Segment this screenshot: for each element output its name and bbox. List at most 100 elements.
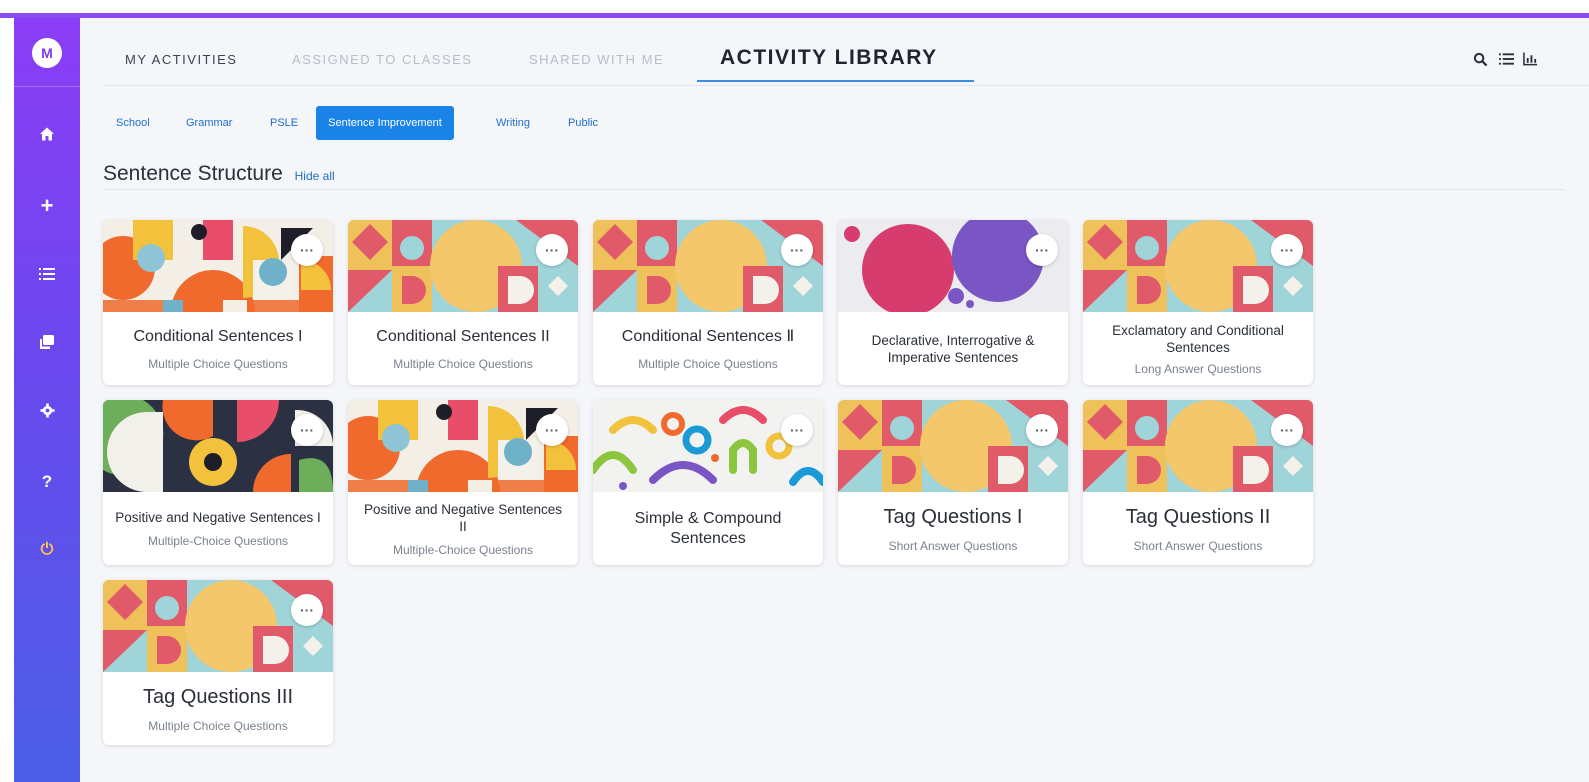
card-subtitle: Short Answer Questions bbox=[1133, 538, 1263, 553]
activity-card[interactable]: ··· Simple & Compound Sentences bbox=[593, 400, 823, 565]
card-thumbnail: ··· bbox=[593, 400, 823, 492]
chip-school[interactable]: School bbox=[102, 106, 164, 140]
more-icon: ··· bbox=[300, 422, 314, 438]
card-title: Exclamatory and Conditional Sentences bbox=[1112, 322, 1284, 355]
activity-card[interactable]: ··· Tag Questions III Multiple Choice Qu… bbox=[103, 580, 333, 745]
card-body: Conditional Sentences II Multiple Choice… bbox=[348, 312, 578, 385]
card-thumbnail: ··· bbox=[103, 400, 333, 492]
sidebar-item-create[interactable]: + bbox=[27, 188, 67, 224]
card-menu-button[interactable]: ··· bbox=[1271, 414, 1303, 446]
activity-card[interactable]: ··· Positive and Negative Sentences II M… bbox=[348, 400, 578, 565]
card-menu-button[interactable]: ··· bbox=[781, 414, 813, 446]
more-icon: ··· bbox=[1280, 242, 1294, 258]
gear-icon bbox=[39, 403, 55, 423]
card-menu-button[interactable]: ··· bbox=[536, 414, 568, 446]
card-body: Simple & Compound Sentences bbox=[593, 492, 823, 565]
card-title: Positive and Negative Sentences I bbox=[115, 510, 321, 525]
hide-all-link[interactable]: Hide all bbox=[295, 169, 335, 183]
card-title: Tag Questions I bbox=[883, 505, 1023, 528]
search-button[interactable] bbox=[1473, 52, 1488, 70]
chip-writing[interactable]: Writing bbox=[482, 106, 544, 140]
card-title: Positive and Negative Sentences II bbox=[363, 501, 563, 534]
top-bar bbox=[0, 0, 1589, 14]
power-icon: ⏻ bbox=[40, 541, 54, 558]
more-icon: ··· bbox=[1280, 422, 1294, 438]
card-thumbnail: ··· bbox=[838, 220, 1068, 312]
card-menu-button[interactable]: ··· bbox=[291, 414, 323, 446]
activity-card[interactable]: ··· Positive and Negative Sentences I Mu… bbox=[103, 400, 333, 565]
card-body: Tag Questions I Short Answer Questions bbox=[838, 492, 1068, 565]
sidebar-item-help[interactable]: ? bbox=[27, 464, 67, 500]
list-view-button[interactable] bbox=[1499, 52, 1514, 69]
card-title: Tag Questions II bbox=[1125, 505, 1271, 528]
section-header: Sentence Structure Hide all bbox=[103, 162, 335, 186]
sidebar-item-logout[interactable]: ⏻ bbox=[27, 532, 67, 568]
sidebar-item-home[interactable] bbox=[27, 118, 67, 154]
card-thumbnail: ··· bbox=[348, 220, 578, 312]
card-title: Tag Questions III bbox=[142, 685, 294, 708]
activity-card[interactable]: ··· Exclamatory and Conditional Sentence… bbox=[1083, 220, 1313, 385]
more-icon: ··· bbox=[300, 242, 314, 258]
card-body: Exclamatory and Conditional Sentences Lo… bbox=[1083, 312, 1313, 385]
more-icon: ··· bbox=[300, 602, 314, 618]
card-subtitle: Multiple Choice Questions bbox=[148, 718, 288, 733]
more-icon: ··· bbox=[790, 242, 804, 258]
card-menu-button[interactable]: ··· bbox=[536, 234, 568, 266]
chip-public[interactable]: Public bbox=[554, 106, 612, 140]
activity-card[interactable]: ··· Conditional Sentences I Multiple Cho… bbox=[103, 220, 333, 385]
card-menu-button[interactable]: ··· bbox=[291, 234, 323, 266]
card-menu-button[interactable]: ··· bbox=[1271, 234, 1303, 266]
sidebar-divider bbox=[14, 86, 80, 87]
card-body: Tag Questions III Multiple Choice Questi… bbox=[103, 672, 333, 745]
activity-card[interactable]: ··· Tag Questions I Short Answer Questio… bbox=[838, 400, 1068, 565]
sidebar-item-activities[interactable] bbox=[27, 258, 67, 294]
card-subtitle: Short Answer Questions bbox=[888, 538, 1018, 553]
card-thumbnail: ··· bbox=[1083, 400, 1313, 492]
card-menu-button[interactable]: ··· bbox=[291, 594, 323, 626]
sidebar: M + ? ⏻ bbox=[14, 18, 80, 782]
section-divider bbox=[103, 189, 1565, 190]
card-title: Conditional Sentences II bbox=[376, 327, 550, 345]
plus-icon: + bbox=[40, 193, 54, 218]
home-icon bbox=[39, 126, 55, 147]
tab-activity-library[interactable]: ACTIVITY LIBRARY bbox=[720, 46, 938, 70]
card-thumbnail: ··· bbox=[593, 220, 823, 312]
card-thumbnail: ··· bbox=[838, 400, 1068, 492]
card-subtitle: Multiple Choice Questions bbox=[638, 356, 778, 371]
chip-sentence-improvement[interactable]: Sentence Improvement bbox=[316, 106, 454, 140]
card-menu-button[interactable]: ··· bbox=[1026, 414, 1058, 446]
stats-button[interactable] bbox=[1523, 52, 1538, 69]
more-icon: ··· bbox=[545, 422, 559, 438]
more-icon: ··· bbox=[545, 242, 559, 258]
copy-icon bbox=[39, 334, 55, 355]
activity-card[interactable]: ··· Conditional Sentences II Multiple Ch… bbox=[348, 220, 578, 385]
section-title: Sentence Structure bbox=[103, 162, 283, 185]
card-title: Conditional Sentences I bbox=[133, 327, 303, 345]
chip-psle[interactable]: PSLE bbox=[256, 106, 312, 140]
card-body: Positive and Negative Sentences II Multi… bbox=[348, 492, 578, 565]
tab-assigned-to-classes[interactable]: ASSIGNED TO CLASSES bbox=[292, 52, 472, 67]
card-menu-button[interactable]: ··· bbox=[781, 234, 813, 266]
card-body: Declarative, Interrogative & Imperative … bbox=[838, 312, 1068, 385]
active-tab-indicator bbox=[697, 80, 974, 82]
tab-my-activities[interactable]: MY ACTIVITIES bbox=[125, 52, 237, 67]
card-body: Conditional Sentences Ⅱ Multiple Choice … bbox=[593, 312, 823, 385]
card-menu-button[interactable]: ··· bbox=[1026, 234, 1058, 266]
card-body: Tag Questions II Short Answer Questions bbox=[1083, 492, 1313, 565]
card-subtitle: Multiple-Choice Questions bbox=[392, 542, 534, 557]
activity-card[interactable]: ··· Conditional Sentences Ⅱ Multiple Cho… bbox=[593, 220, 823, 385]
card-title: Conditional Sentences Ⅱ bbox=[621, 327, 795, 345]
activity-card[interactable]: ··· Declarative, Interrogative & Imperat… bbox=[838, 220, 1068, 385]
card-thumbnail: ··· bbox=[103, 220, 333, 312]
more-icon: ··· bbox=[1035, 422, 1049, 438]
more-icon: ··· bbox=[790, 422, 804, 438]
avatar[interactable]: M bbox=[32, 38, 62, 68]
sidebar-item-library[interactable] bbox=[27, 326, 67, 362]
card-subtitle: Multiple-Choice Questions bbox=[147, 534, 289, 548]
tab-shared-with-me[interactable]: SHARED WITH ME bbox=[529, 52, 664, 67]
activity-card[interactable]: ··· Tag Questions II Short Answer Questi… bbox=[1083, 400, 1313, 565]
chart-icon bbox=[1523, 52, 1538, 69]
chip-grammar[interactable]: Grammar bbox=[172, 106, 246, 140]
sidebar-item-settings[interactable] bbox=[27, 395, 67, 431]
card-title: Declarative, Interrogative & Imperative … bbox=[871, 332, 1035, 365]
